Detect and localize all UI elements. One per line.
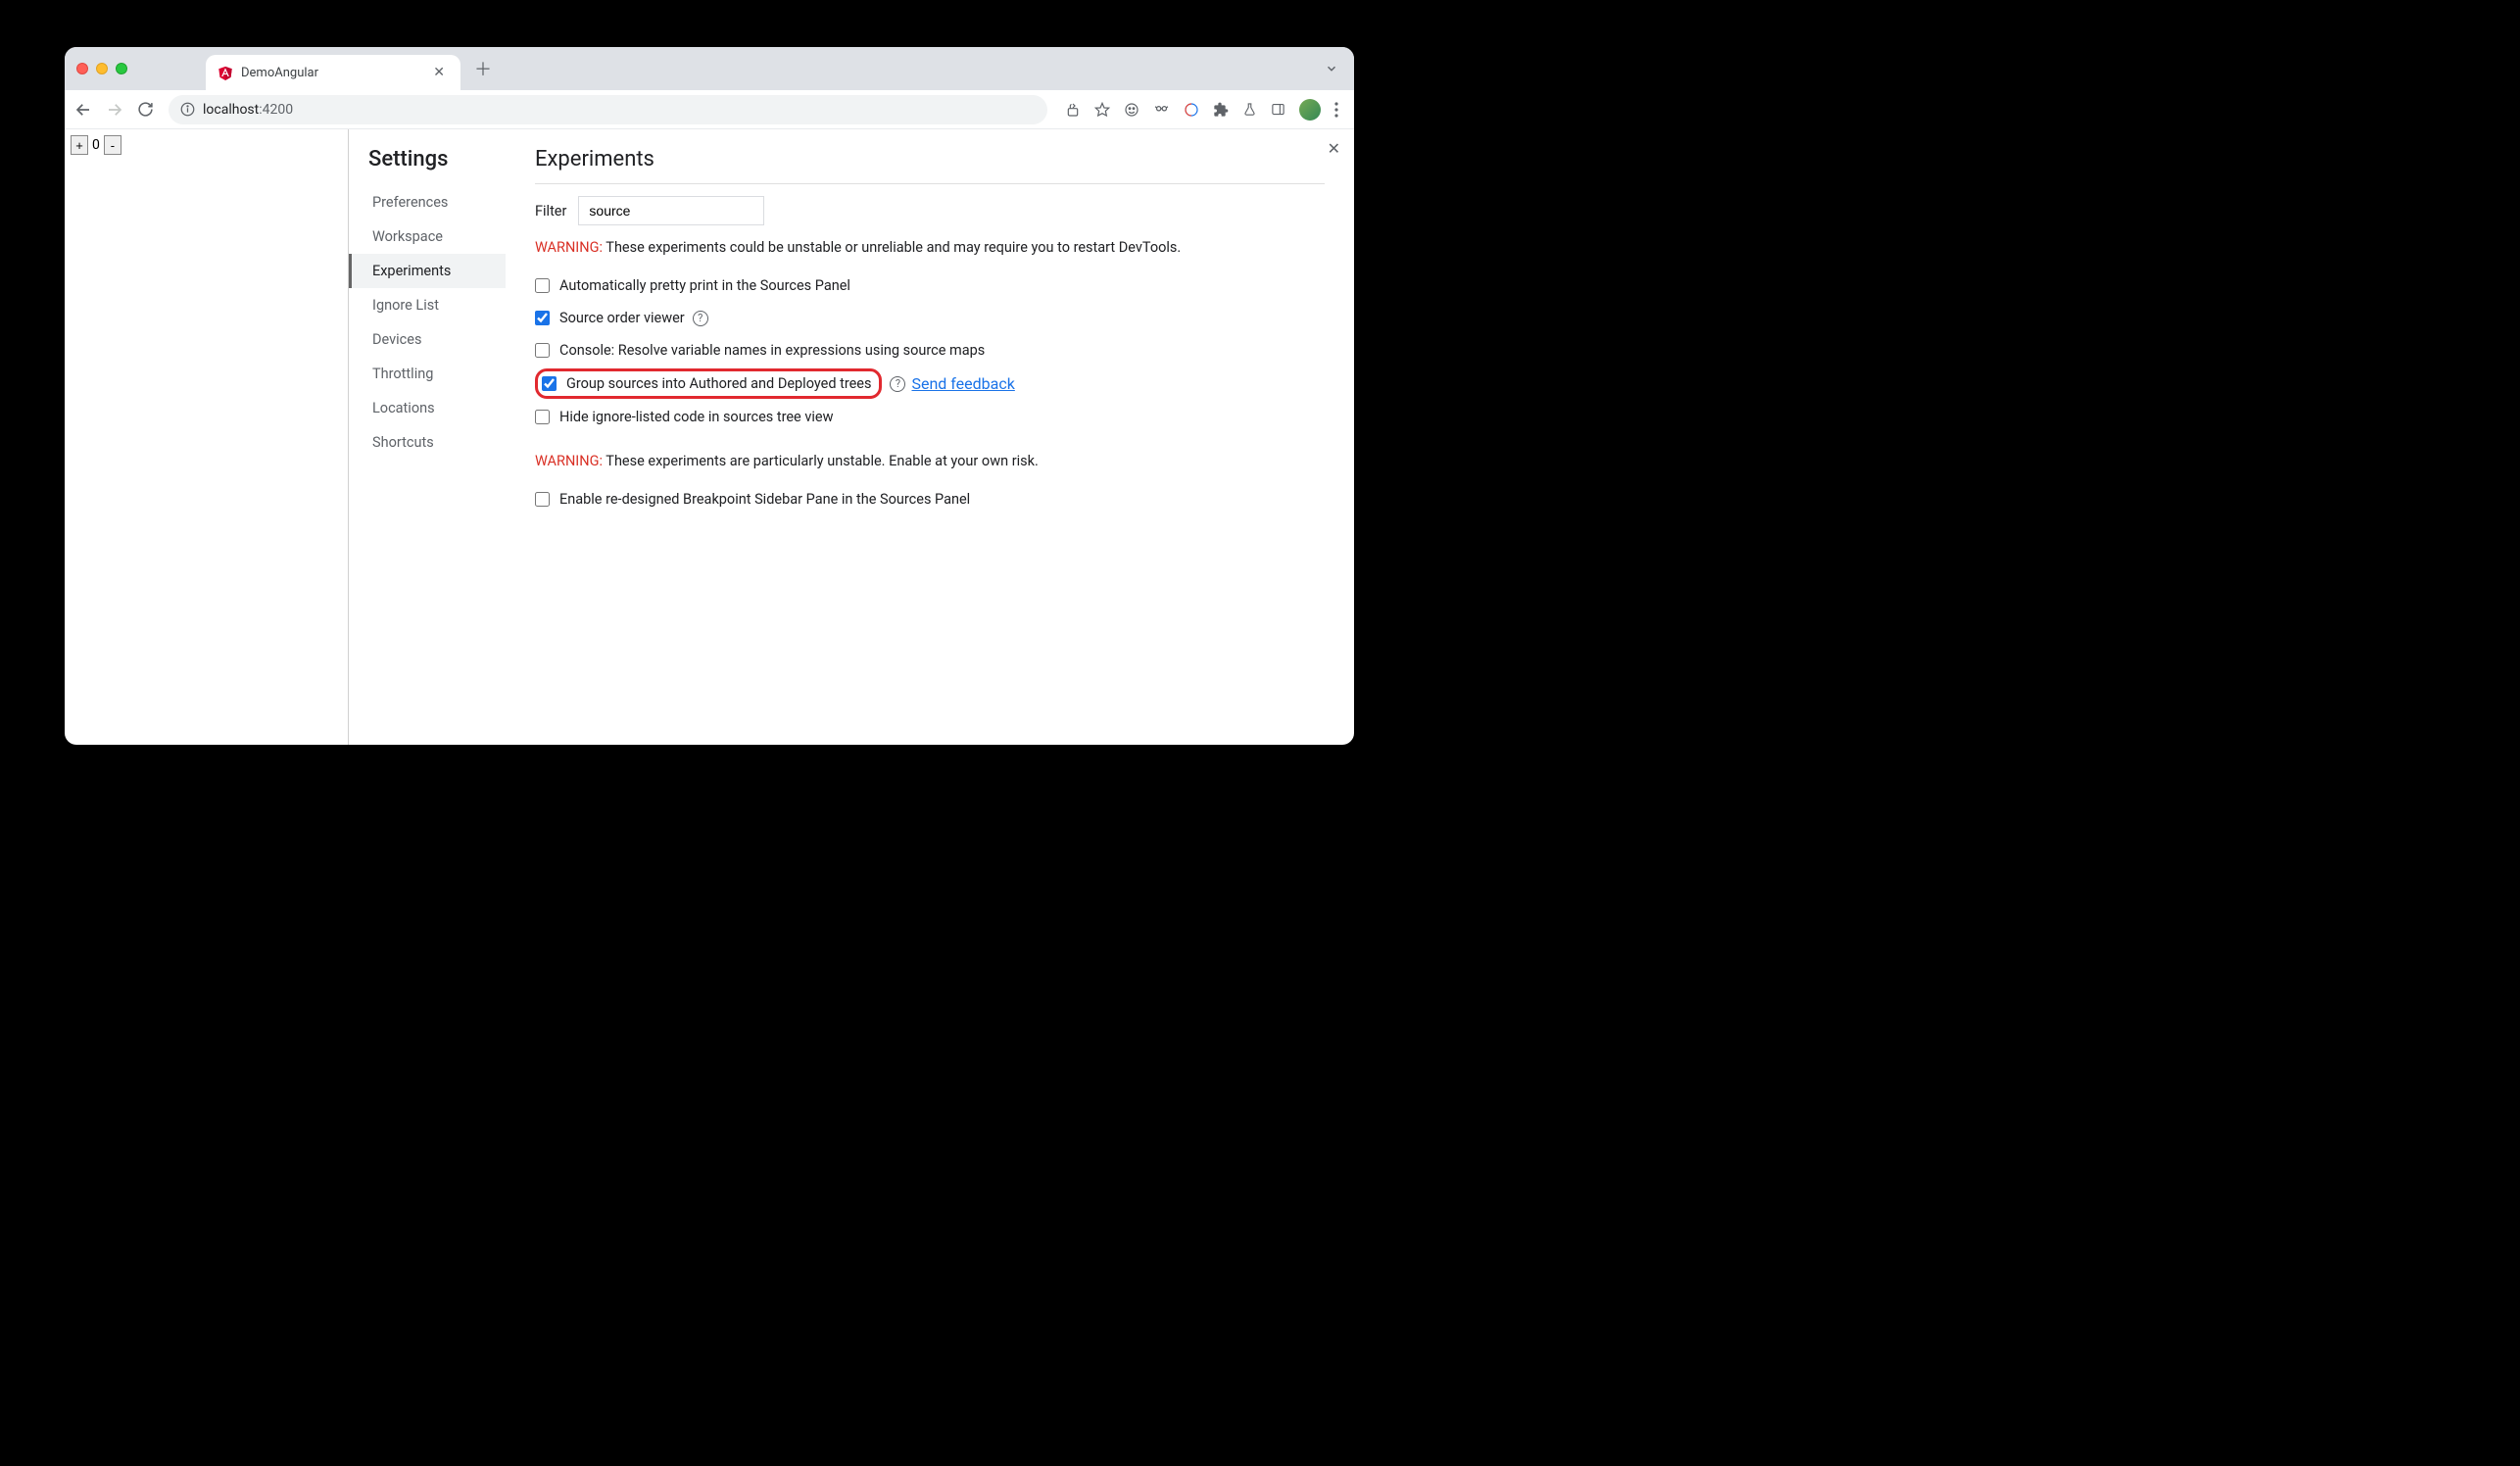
devtools-settings-panel: ✕ Settings PreferencesWorkspaceExperimen… — [349, 129, 1354, 745]
extension-icon-2[interactable] — [1153, 101, 1170, 118]
tab-list-chevron-icon[interactable] — [1325, 62, 1338, 75]
experiment-label: Hide ignore-listed code in sources tree … — [559, 409, 833, 425]
filter-input[interactable] — [578, 196, 764, 225]
kebab-menu-icon[interactable] — [1334, 102, 1338, 118]
share-icon[interactable] — [1065, 102, 1081, 118]
settings-sidebar: Settings PreferencesWorkspaceExperiments… — [349, 129, 506, 745]
warning-2: WARNING: These experiments are particula… — [535, 453, 1325, 469]
experiment-checkbox[interactable] — [535, 492, 550, 507]
close-window-button[interactable] — [76, 63, 88, 74]
sidebar-item-preferences[interactable]: Preferences — [368, 185, 506, 220]
sidebar-item-shortcuts[interactable]: Shortcuts — [368, 425, 506, 460]
profile-avatar[interactable] — [1299, 99, 1321, 121]
content-area: + 0 - ✕ Settings PreferencesWorkspaceExp… — [65, 129, 1354, 745]
experiment-checkbox[interactable] — [535, 278, 550, 293]
browser-tab[interactable]: DemoAngular ✕ — [206, 55, 460, 90]
increment-button[interactable]: + — [71, 135, 88, 155]
experiment-row: Console: Resolve variable names in expre… — [535, 334, 985, 366]
warning-1: WARNING: These experiments could be unst… — [535, 239, 1325, 256]
help-icon[interactable]: ? — [693, 311, 708, 326]
settings-title: Settings — [368, 147, 506, 171]
experiment-label: Console: Resolve variable names in expre… — [559, 342, 985, 359]
sidebar-item-workspace[interactable]: Workspace — [368, 220, 506, 254]
filter-label: Filter — [535, 203, 566, 220]
side-panel-icon[interactable] — [1271, 102, 1285, 117]
experiment-label: Group sources into Authored and Deployed… — [566, 375, 871, 392]
counter-widget: + 0 - — [71, 135, 342, 155]
tab-strip: DemoAngular ✕ ＋ — [65, 47, 1354, 90]
sidebar-item-locations[interactable]: Locations — [368, 391, 506, 425]
filter-row: Filter — [535, 196, 1325, 225]
sidebar-item-throttling[interactable]: Throttling — [368, 357, 506, 391]
sidebar-item-ignore-list[interactable]: Ignore List — [368, 288, 506, 322]
decrement-button[interactable]: - — [104, 135, 121, 155]
close-tab-icon[interactable]: ✕ — [429, 65, 449, 80]
experiment-checkbox[interactable] — [535, 311, 550, 325]
tab-title: DemoAngular — [241, 66, 421, 80]
experiment-row: Enable re-designed Breakpoint Sidebar Pa… — [535, 483, 970, 515]
experiments-heading: Experiments — [535, 147, 1325, 184]
page-pane: + 0 - — [65, 129, 349, 745]
counter-value: 0 — [90, 137, 102, 153]
extension-icon-1[interactable] — [1124, 102, 1139, 118]
extension-icons — [1059, 99, 1344, 121]
settings-main: Experiments Filter WARNING: These experi… — [506, 129, 1354, 745]
window-controls — [76, 63, 127, 74]
experiment-row: Source order viewer — [535, 302, 685, 334]
new-tab-button[interactable]: ＋ — [474, 56, 492, 81]
labs-flask-icon[interactable] — [1242, 102, 1257, 117]
experiment-row: Automatically pretty print in the Source… — [535, 269, 850, 302]
experiment-label: Enable re-designed Breakpoint Sidebar Pa… — [559, 491, 970, 508]
reload-button[interactable] — [137, 101, 157, 118]
toolbar: localhost:4200 — [65, 90, 1354, 129]
experiment-checkbox[interactable] — [535, 343, 550, 358]
experiment-label: Source order viewer — [559, 310, 685, 326]
bookmark-star-icon[interactable] — [1094, 102, 1110, 118]
site-info-icon[interactable] — [180, 102, 195, 117]
address-bar[interactable]: localhost:4200 — [169, 95, 1047, 124]
experiment-checkbox[interactable] — [535, 410, 550, 424]
sidebar-item-experiments[interactable]: Experiments — [349, 254, 506, 288]
minimize-window-button[interactable] — [96, 63, 108, 74]
browser-window: DemoAngular ✕ ＋ localhost:4200 — [65, 47, 1354, 745]
back-button[interactable] — [74, 101, 94, 119]
experiment-label: Automatically pretty print in the Source… — [559, 277, 850, 294]
extensions-puzzle-icon[interactable] — [1213, 102, 1229, 118]
url-text: localhost:4200 — [203, 102, 293, 118]
angular-icon — [218, 65, 233, 80]
send-feedback-link[interactable]: Send feedback — [911, 374, 1014, 393]
close-settings-icon[interactable]: ✕ — [1328, 139, 1340, 158]
sidebar-item-devices[interactable]: Devices — [368, 322, 506, 357]
maximize-window-button[interactable] — [116, 63, 127, 74]
forward-button[interactable] — [106, 101, 125, 119]
experiment-row: Group sources into Authored and Deployed… — [535, 368, 882, 399]
experiment-row: Hide ignore-listed code in sources tree … — [535, 401, 833, 433]
experiment-checkbox[interactable] — [542, 376, 557, 391]
extension-icon-3[interactable] — [1184, 102, 1199, 118]
help-icon[interactable]: ? — [890, 376, 905, 392]
